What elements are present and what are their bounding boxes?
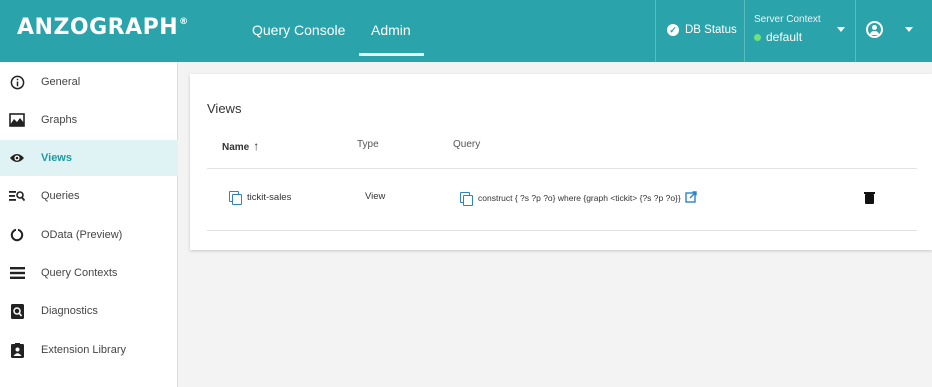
db-status-label: DB Status [685,24,737,36]
column-header-type: Type [357,139,379,150]
column-header-query: Query [453,139,481,150]
server-context-chevron-down-icon[interactable] [837,27,845,32]
page-title: Views [207,101,242,116]
tab-query-console[interactable]: Query Console [252,22,345,38]
server-context-title: Server Context [754,14,821,25]
server-context-name: default [766,30,803,44]
tab-admin[interactable]: Admin [371,22,411,38]
copy-icon[interactable] [460,191,473,206]
sidebar-item-label: Views [41,152,72,164]
check-circle-icon: ✓ [667,24,679,36]
status-dot-icon [754,33,761,41]
list-icon [9,265,25,281]
view-name[interactable]: tickit-sales [247,192,291,203]
sidebar-item-label: Query Contexts [41,267,118,279]
diagnostics-icon [9,303,25,319]
divider [855,0,856,62]
account-icon[interactable] [866,21,883,38]
delete-icon[interactable] [864,192,875,204]
table-cell-type: View [365,191,386,202]
sidebar-item-label: General [41,76,81,88]
sidebar-item-queries[interactable]: Queries [0,178,178,214]
eye-icon [9,150,25,166]
sidebar-item-graphs[interactable]: Graphs [0,102,178,138]
views-card: Views Name ↑ Type Query tickit-sales View… [190,74,932,250]
library-icon [9,342,25,358]
divider [207,168,917,169]
divider [207,230,917,231]
divider [744,0,745,62]
divider [655,0,656,62]
sidebar: General Graphs Views Queries OData (Prev… [0,62,178,387]
sidebar-item-diagnostics[interactable]: Diagnostics [0,293,178,329]
app-logo: ANZOGRAPH® [17,15,189,40]
server-context-value[interactable]: default [754,30,802,44]
db-status-button[interactable]: ✓ DB Status [667,24,737,36]
sort-arrow-up-icon[interactable]: ↑ [253,139,259,153]
active-tab-indicator [359,53,424,56]
column-header-name[interactable]: Name ↑ [222,139,259,153]
open-in-new-icon[interactable] [685,191,697,205]
sidebar-item-views[interactable]: Views [0,140,178,176]
query-search-icon [9,188,25,204]
table-cell-query: construct { ?s ?p ?o} where {graph <tick… [460,191,697,206]
sidebar-item-label: Extension Library [41,344,126,356]
sidebar-item-extension-library[interactable]: Extension Library [0,332,178,368]
sidebar-item-query-contexts[interactable]: Query Contexts [0,255,178,291]
sidebar-item-label: Graphs [41,114,78,126]
view-query: construct { ?s ?p ?o} where {graph <tick… [478,193,681,203]
top-bar: ANZOGRAPH® Query Console Admin ✓ DB Stat… [0,0,932,62]
column-header-label: Name [222,142,250,153]
sidebar-item-label: Diagnostics [41,305,98,317]
image-icon [9,112,25,128]
sidebar-item-label: OData (Preview) [41,229,123,241]
account-chevron-down-icon[interactable] [905,27,913,32]
sidebar-item-general[interactable]: General [0,64,178,100]
sidebar-item-odata[interactable]: OData (Preview) [0,217,178,253]
copy-icon[interactable] [229,191,242,205]
circle-icon [9,227,25,243]
table-cell-name: tickit-sales [229,191,291,205]
info-icon [9,74,25,90]
sidebar-item-label: Queries [41,190,80,202]
